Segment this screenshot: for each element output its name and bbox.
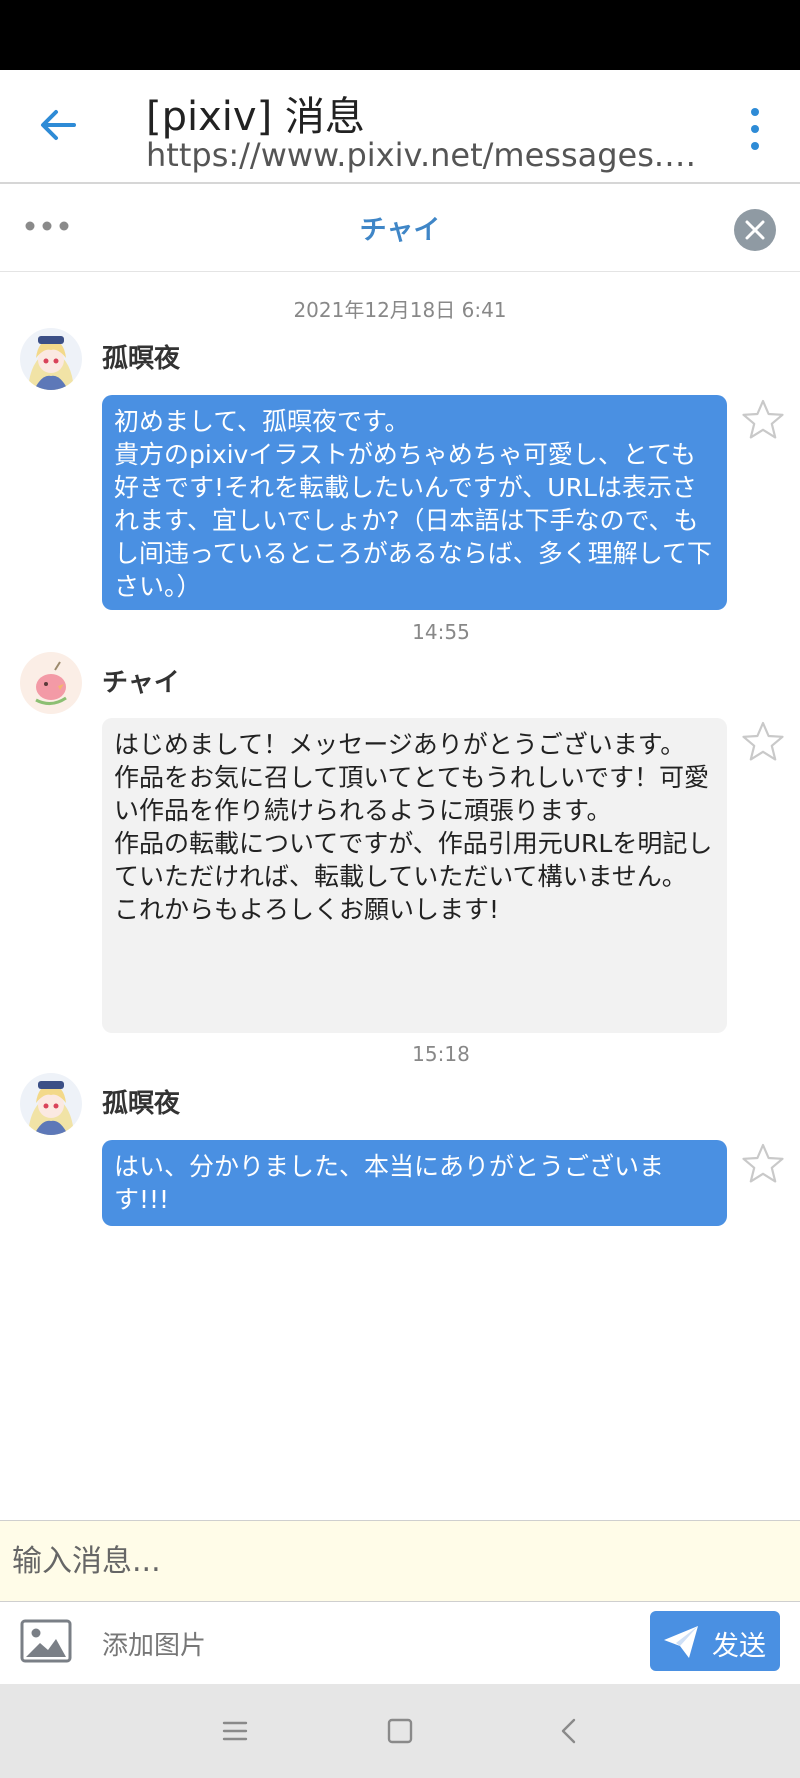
message-bubble: 初めまして、孤暝夜です。 貴方のpixivイラストがめちゃめちゃ可愛し、とても好…	[102, 395, 727, 610]
page-url: https://www.pixiv.net/messages.php	[146, 136, 706, 174]
message-bubble: はい、分かりました、本当にありがとうございます!!!	[102, 1140, 727, 1226]
close-circle-icon[interactable]	[733, 208, 777, 252]
system-nav-bar	[0, 1684, 800, 1778]
avatar[interactable]	[20, 328, 82, 390]
message-input[interactable]	[0, 1521, 800, 1601]
star-icon[interactable]	[741, 720, 785, 764]
message-time: 14:55	[412, 620, 470, 644]
avatar-bird-icon	[20, 652, 82, 714]
chat-header: チャイ	[0, 186, 800, 272]
arrow-left-icon[interactable]	[34, 100, 84, 150]
home-nav-icon[interactable]	[383, 1714, 417, 1748]
send-label: 发送	[712, 1631, 766, 1662]
message-sender: 孤暝夜	[102, 344, 181, 374]
menu-nav-icon[interactable]	[218, 1714, 252, 1748]
chat-partner-name: チャイ	[359, 215, 441, 246]
message-time: 15:18	[412, 1042, 470, 1066]
message-sender: 孤暝夜	[102, 1089, 181, 1119]
image-icon[interactable]	[20, 1619, 72, 1663]
avatar-girl-icon	[20, 328, 82, 390]
composer-toolbar: 添加图片 发送	[0, 1603, 800, 1683]
more-vertical-icon[interactable]	[740, 106, 770, 152]
star-icon[interactable]	[741, 1142, 785, 1186]
message-input-bar	[0, 1520, 800, 1602]
message-sender: チャイ	[102, 668, 180, 698]
status-bar	[0, 0, 800, 70]
avatar[interactable]	[20, 1073, 82, 1135]
page-title: [pixiv] 消息	[146, 94, 365, 140]
add-image-button[interactable]: 添加图片	[102, 1625, 206, 1662]
avatar[interactable]	[20, 652, 82, 714]
conversation-date: 2021年12月18日 6:41	[293, 298, 507, 322]
paper-plane-icon	[664, 1626, 698, 1658]
star-icon[interactable]	[741, 398, 785, 442]
app-bar: [pixiv] 消息 https://www.pixiv.net/message…	[0, 70, 800, 184]
avatar-girl-icon	[20, 1073, 82, 1135]
message-bubble: はじめまして！メッセージありがとうございます。 作品をお気に召して頂いてとてもう…	[102, 718, 727, 1033]
back-nav-icon[interactable]	[552, 1714, 586, 1748]
send-button[interactable]: 发送	[650, 1611, 780, 1671]
